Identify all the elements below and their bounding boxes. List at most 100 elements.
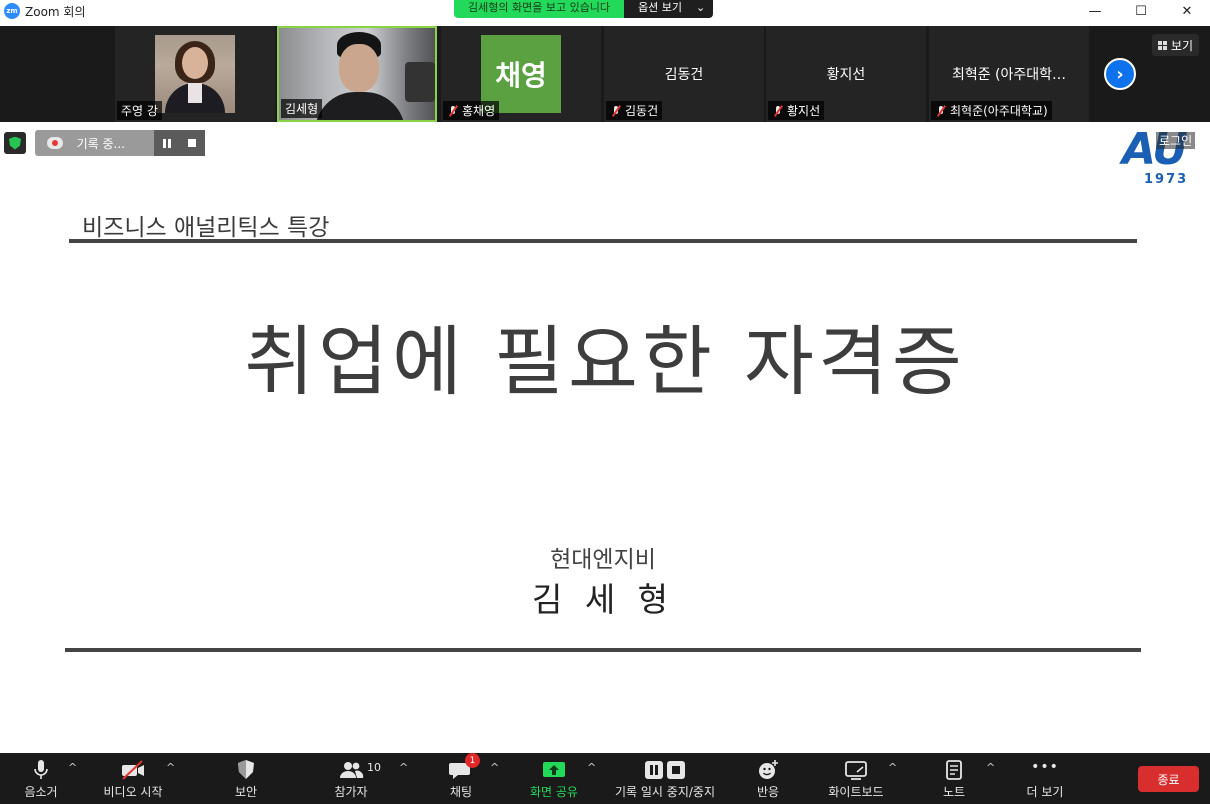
notes-options-caret[interactable]: ^ <box>986 761 995 774</box>
recording-status: 기록 중... <box>76 136 125 151</box>
zoom-window: zm Zoom 회의 김세형의 화면을 보고 있습니다 옵션 보기 ⌄ — ☐ … <box>0 0 1210 804</box>
participant-tile[interactable]: 김동건 김동건 <box>604 26 764 122</box>
more-label: 더 보기 <box>1026 785 1064 799</box>
mic-muted-icon <box>447 105 459 117</box>
notes-icon <box>946 760 962 780</box>
maximize-button[interactable]: ☐ <box>1118 0 1164 22</box>
chevron-down-icon: ⌄ <box>696 1 706 14</box>
notes-label: 노트 <box>942 785 966 799</box>
participant-tile[interactable]: 황지선 황지선 <box>766 26 926 122</box>
share-screen-label: 화면 공유 <box>530 785 578 799</box>
course-title: 비즈니스 애널리틱스 특강 <box>82 215 330 241</box>
chat-options-caret[interactable]: ^ <box>490 761 499 774</box>
meeting-toolbar: 음소거 ^ 비디오 시작 ^ 보안 참가자 10 ^ 1 채팅 ^ 화면 공유 … <box>0 753 1210 804</box>
whiteboard-button[interactable]: 화이트보드 <box>820 753 892 804</box>
participant-video <box>155 35 235 113</box>
maximize-icon: ☐ <box>1135 3 1147 19</box>
more-button[interactable]: ••• 더 보기 <box>1020 753 1070 804</box>
login-label[interactable]: 로그인 <box>1156 132 1196 149</box>
participant-center-label: 최혁준 (아주대학… <box>951 67 1067 83</box>
window-title: Zoom 회의 <box>25 4 86 19</box>
share-screen-button[interactable]: 화면 공유 <box>524 753 584 804</box>
zoom-logo-icon: zm <box>4 3 20 19</box>
participants-options-caret[interactable]: ^ <box>399 761 408 774</box>
mute-label: 음소거 <box>24 785 58 799</box>
reactions-label: 반응 <box>756 785 780 799</box>
stop-icon <box>188 139 197 147</box>
recording-indicator: 기록 중... <box>35 130 205 156</box>
close-button[interactable]: ✕ <box>1164 0 1210 22</box>
security-button[interactable]: 보안 <box>222 753 270 804</box>
minimize-icon: — <box>1088 3 1102 19</box>
chat-label: 채팅 <box>449 785 473 799</box>
share-banner-text: 김세형의 화면을 보고 있습니다 <box>454 0 625 18</box>
chevron-right-icon: › <box>1116 63 1124 85</box>
reactions-button[interactable]: 반응 <box>748 753 788 804</box>
view-label: 보기 <box>1171 38 1194 53</box>
participant-tile-active[interactable]: 김세형 <box>277 26 437 122</box>
people-icon <box>340 762 364 778</box>
mic-muted-icon <box>935 105 947 117</box>
video-options-caret[interactable]: ^ <box>166 761 175 774</box>
share-banner: 김세형의 화면을 보고 있습니다 옵션 보기 ⌄ <box>454 0 714 18</box>
record-control-label: 기록 일시 중지/중지 <box>615 785 715 799</box>
video-off-icon <box>122 760 144 780</box>
participant-name: 최혁준(아주대학교) <box>931 101 1052 120</box>
participant-tile[interactable]: 채영 홍채영 <box>441 26 601 122</box>
participant-name: 김동건 <box>606 101 663 120</box>
record-control-button[interactable]: 기록 일시 중지/중지 <box>608 753 722 804</box>
logo-year: 1973 <box>1144 172 1189 187</box>
end-meeting-button[interactable]: 종료 <box>1138 766 1199 792</box>
close-icon: ✕ <box>1181 3 1193 19</box>
slide-headline: 취업에 필요한 자격증 <box>244 317 966 406</box>
view-options-label: 옵션 보기 <box>638 1 683 14</box>
mute-options-caret[interactable]: ^ <box>68 761 77 774</box>
share-options-caret[interactable]: ^ <box>587 761 596 774</box>
shield-icon <box>238 760 254 779</box>
recording-icon <box>47 137 63 149</box>
participant-name: 김세형 <box>281 99 323 118</box>
view-button[interactable]: 보기 <box>1152 34 1200 56</box>
whiteboard-options-caret[interactable]: ^ <box>888 761 897 774</box>
chat-button[interactable]: 1 채팅 <box>438 753 484 804</box>
whiteboard-icon <box>845 761 867 780</box>
pause-recording-button[interactable] <box>154 130 180 156</box>
divider-top <box>69 239 1137 243</box>
mute-button[interactable]: 음소거 <box>14 753 68 804</box>
notes-button[interactable]: 노트 <box>934 753 974 804</box>
mic-muted-icon <box>772 105 784 117</box>
pause-stop-record-icon <box>645 761 685 779</box>
encryption-shield-icon[interactable] <box>4 132 26 154</box>
participant-tile[interactable]: 최혁준 (아주대학… 최혁준(아주대학교) <box>929 26 1089 122</box>
participants-count: 10 <box>367 761 381 774</box>
participants-label: 참가자 <box>334 785 368 799</box>
pause-icon <box>163 138 172 148</box>
minimize-button[interactable]: — <box>1072 0 1118 22</box>
mic-muted-icon <box>610 105 622 117</box>
participant-name: 홍채영 <box>443 101 500 120</box>
next-page-button[interactable]: › <box>1104 58 1136 90</box>
participant-center-label: 김동건 <box>664 67 704 83</box>
whiteboard-label: 화이트보드 <box>828 785 884 799</box>
smiley-plus-icon <box>759 760 778 779</box>
chat-unread-badge: 1 <box>465 753 480 768</box>
view-options-button[interactable]: 옵션 보기 ⌄ <box>624 0 714 18</box>
presenter-company: 현대엔지비 <box>550 547 656 573</box>
share-screen-icon <box>543 762 565 777</box>
security-label: 보안 <box>234 785 258 799</box>
shared-screen: 기록 중... AU 1973 로그인 비즈니스 애널리틱스 특강 취업에 필요… <box>0 122 1210 753</box>
more-dots-icon: ••• <box>1031 759 1059 775</box>
participant-strip: 주영 강 김세형 채영 홍채영 김동건 김동건 황지선 황지선 최혁준 (아주대… <box>0 26 1210 122</box>
participant-name: 황지선 <box>768 101 825 120</box>
participant-tile[interactable]: 주영 강 <box>115 26 275 122</box>
presenter-name: 김 세 형 <box>531 580 675 619</box>
divider-bottom <box>65 648 1141 652</box>
participant-center-label: 황지선 <box>826 67 866 83</box>
grid-icon <box>1158 40 1167 50</box>
participant-name: 주영 강 <box>117 101 162 120</box>
start-video-label: 비디오 시작 <box>103 785 163 799</box>
title-bar: zm Zoom 회의 김세형의 화면을 보고 있습니다 옵션 보기 ⌄ — ☐ … <box>0 0 1210 22</box>
microphone-icon <box>34 760 48 779</box>
start-video-button[interactable]: 비디오 시작 <box>98 753 168 804</box>
stop-recording-button[interactable] <box>179 130 205 156</box>
